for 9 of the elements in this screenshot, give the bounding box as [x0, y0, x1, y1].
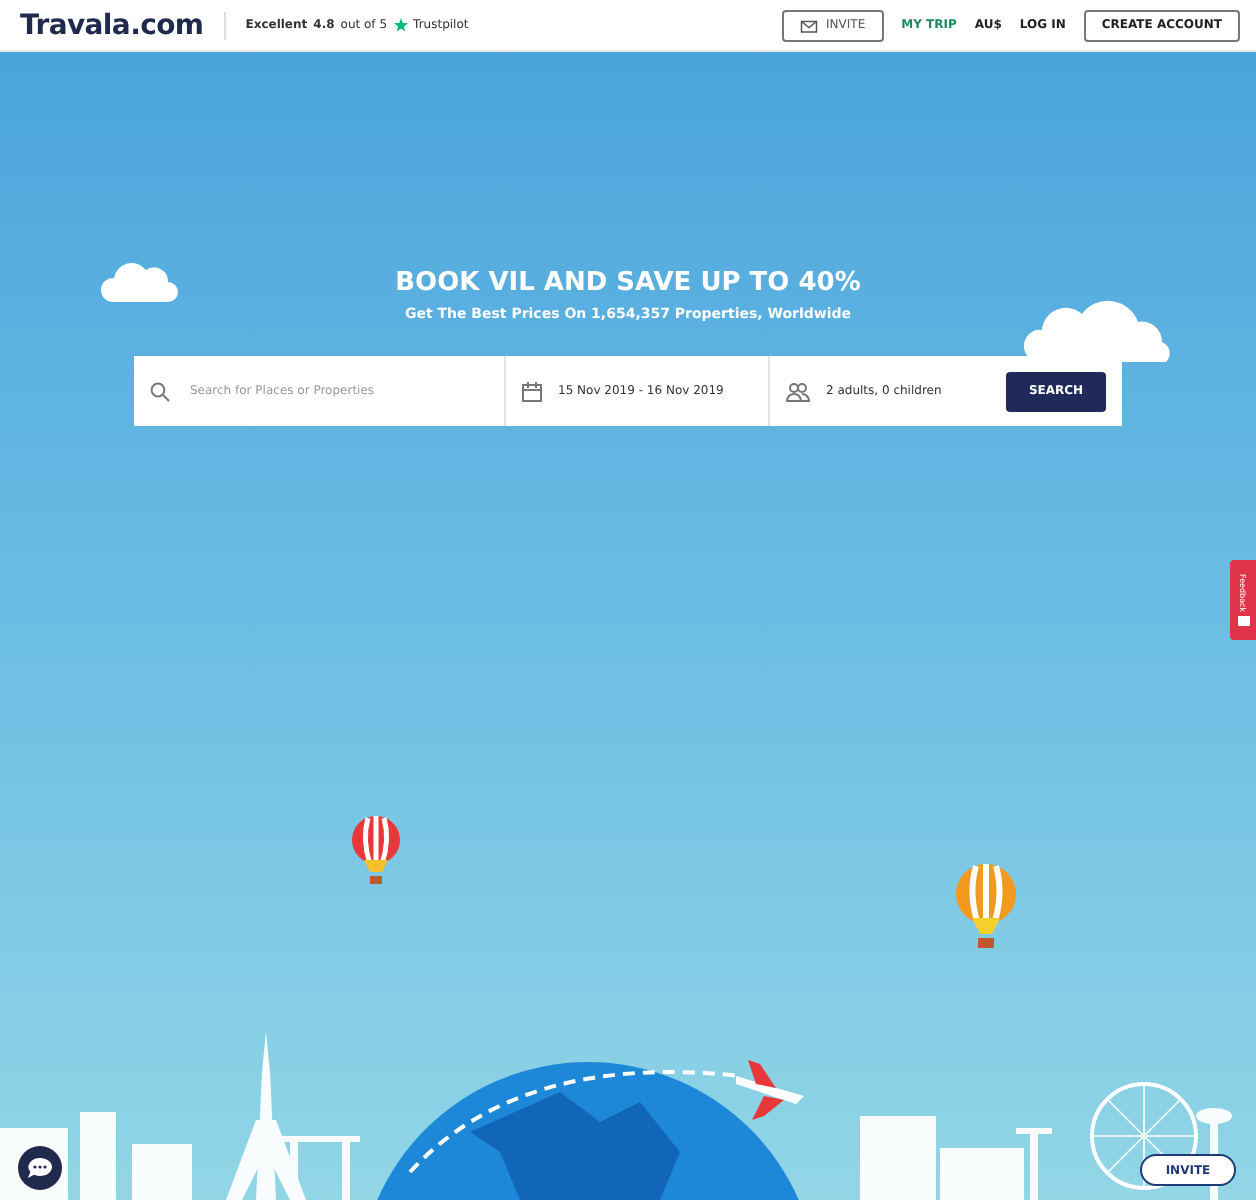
logo[interactable]: Travala.com [20, 9, 204, 41]
search-icon [150, 381, 170, 401]
calendar-icon [522, 381, 542, 401]
hero-title: BOOK VIL AND SAVE UP TO 40% [395, 268, 861, 298]
star-icon [393, 18, 408, 32]
people-icon [786, 381, 810, 401]
hot-air-balloon-icon [350, 816, 402, 888]
hot-air-balloon-icon [954, 864, 1018, 952]
speech-bubble-icon [28, 1158, 52, 1178]
